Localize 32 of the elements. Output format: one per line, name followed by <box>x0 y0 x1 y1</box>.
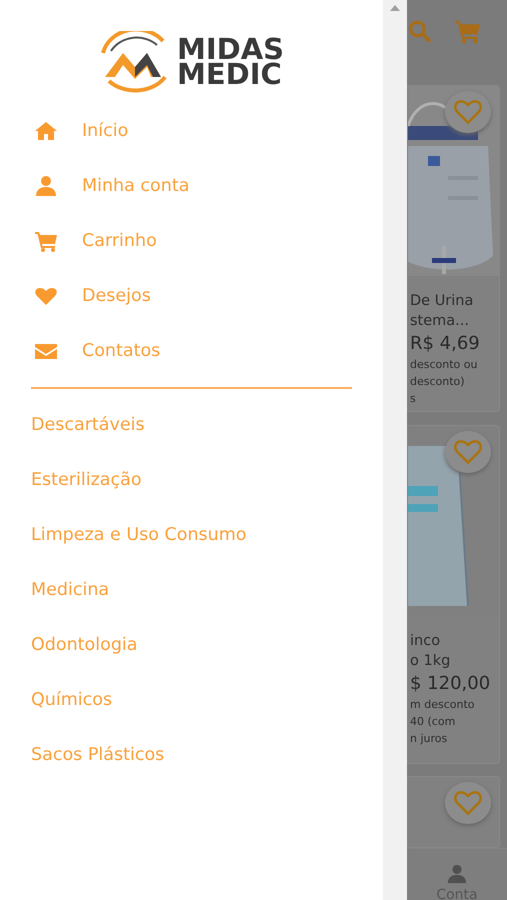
menu-item[interactable]: Carrinho <box>0 213 383 268</box>
product-card[interactable]: De Urina stema... R$ 4,69 desconto ou desconto) s <box>407 85 500 412</box>
product-name: De Urina stema... <box>410 292 474 331</box>
heart-icon <box>453 790 483 816</box>
heart-icon <box>453 439 483 465</box>
logo-text: MIDAS <box>176 37 284 62</box>
menu-item[interactable]: Minha conta <box>0 158 383 213</box>
menu-item[interactable]: Contatos <box>0 323 383 378</box>
scroll-up-arrow-icon[interactable] <box>390 5 400 11</box>
product-card[interactable]: inco o 1kg $ 120,00 m desconto 40 (com n juros <box>407 425 500 764</box>
category-link[interactable]: Esterilização <box>0 452 383 507</box>
installment-note: m desconto 40 (com n juros <box>410 697 476 747</box>
scrollbar[interactable] <box>383 0 407 900</box>
product-price: $ 120,00 <box>410 673 492 694</box>
category-link[interactable]: Medicina <box>0 562 383 617</box>
product-card[interactable] <box>407 776 500 848</box>
category-link[interactable]: Sacos Plásticos <box>0 727 383 782</box>
logo-text: MEDIC <box>176 62 283 87</box>
category-link[interactable]: Limpeza e Uso Consumo <box>0 507 383 562</box>
menu-item[interactable]: Início <box>0 103 383 158</box>
category-link[interactable]: Odontologia <box>0 617 383 672</box>
category-link[interactable]: Descartáveis <box>0 397 383 452</box>
person-icon <box>446 863 468 885</box>
person-icon <box>34 174 58 198</box>
menu-item[interactable]: Desejos <box>0 268 383 323</box>
search-icon[interactable] <box>407 18 432 44</box>
favorite-button[interactable] <box>445 782 491 824</box>
category-link[interactable]: Químicos <box>0 672 383 727</box>
installment-note: desconto ou desconto) s <box>410 357 478 407</box>
heart-icon <box>453 99 483 125</box>
product-name: inco o 1kg <box>410 632 452 671</box>
product-price: R$ 4,69 <box>410 333 481 354</box>
